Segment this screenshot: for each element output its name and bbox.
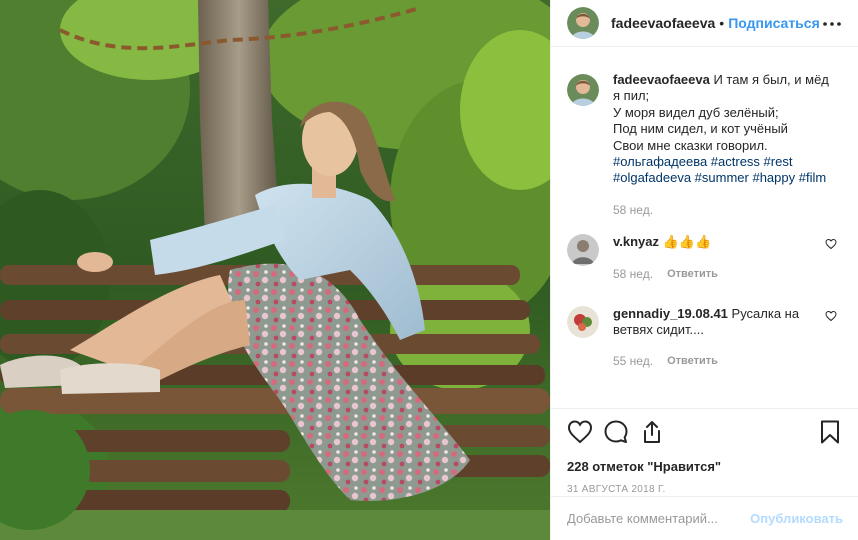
comment-body: gennadiy_19.08.41 Русалка на ветвях сиди… (613, 304, 833, 369)
comment-meta: 55 нед. Ответить (613, 353, 833, 369)
comment-time[interactable]: 55 нед. (613, 353, 653, 369)
caption: fadeevaofaeeva И там я был, и мёд я пил;… (567, 72, 843, 218)
bookmark-icon[interactable] (817, 419, 843, 445)
commenter-avatar[interactable] (567, 234, 599, 267)
caption-hashtags[interactable]: #ольгафадеева #actress #rest (613, 154, 833, 170)
more-horizontal-icon (823, 22, 841, 26)
caption-line: У моря видел дуб зелёный; (613, 104, 779, 120)
post-header: fadeevaofaeeva • Подписаться (551, 0, 858, 47)
caption-line: Под ним сидел, и кот учёный (613, 121, 788, 137)
caption-hashtags[interactable]: #olgafadeeva #summer #happy #film (613, 170, 833, 186)
comments-list: fadeevaofaeeva И там я был, и мёд я пил;… (551, 72, 858, 369)
caption-author[interactable]: fadeevaofaeeva (613, 72, 710, 87)
comment-input[interactable] (567, 511, 751, 526)
instagram-post: fadeevaofaeeva • Подписаться fadeevaofae… (0, 0, 858, 540)
heart-icon[interactable] (567, 419, 593, 445)
commenter-avatar[interactable] (567, 306, 599, 339)
likes-count[interactable]: 228 отметок "Нравится" (567, 459, 843, 474)
caption-time[interactable]: 58 нед. (613, 202, 653, 218)
comment-item: gennadiy_19.08.41 Русалка на ветвях сиди… (567, 304, 843, 369)
post-date[interactable]: 31 АВГУСТА 2018 Г. (567, 484, 843, 495)
author-username[interactable]: fadeevaofaeeva (611, 15, 715, 31)
comment-time[interactable]: 58 нед. (613, 266, 653, 282)
caption-author-avatar[interactable] (567, 74, 599, 106)
publish-button[interactable]: Опубликовать (750, 511, 843, 526)
share-icon[interactable] (639, 419, 665, 445)
comment-author[interactable]: gennadiy_19.08.41 (613, 306, 728, 321)
post-photo[interactable] (0, 0, 550, 540)
more-options-button[interactable] (822, 14, 842, 34)
header-separator: • (719, 15, 725, 31)
comment-text: 👍👍👍 (662, 234, 712, 250)
comment-author[interactable]: v.knyaz (613, 234, 659, 249)
caption-line: я пил; (613, 88, 650, 104)
caption-line: Свои мне сказки говорил. (613, 137, 768, 153)
reply-button[interactable]: Ответить (667, 353, 718, 369)
comment-like-heart-icon[interactable] (825, 238, 837, 250)
add-comment-bar: Опубликовать (551, 496, 858, 540)
reply-button[interactable]: Ответить (667, 266, 718, 282)
post-photo-image (0, 0, 550, 540)
author-avatar[interactable] (567, 7, 599, 39)
action-icons (567, 419, 843, 445)
post-sidebar: fadeevaofaeeva • Подписаться fadeevaofae… (550, 0, 858, 540)
caption-line: И там я был, и мёд (713, 72, 829, 87)
post-actions: 228 отметок "Нравится" 31 АВГУСТА 2018 Г… (551, 408, 858, 495)
comment-like-heart-icon[interactable] (825, 310, 837, 322)
follow-button[interactable]: Подписаться (728, 15, 820, 31)
caption-body: fadeevaofaeeva И там я был, и мёд я пил;… (613, 72, 833, 218)
comment-text: ветвях сидит.... (613, 322, 704, 338)
comment-text: Русалка на (731, 306, 800, 322)
comment-meta: 58 нед. Ответить (613, 266, 833, 282)
comment-body: v.knyaz 👍👍👍 58 нед. Ответить (613, 232, 833, 282)
comment-icon[interactable] (603, 419, 629, 445)
caption-meta: 58 нед. (613, 202, 833, 218)
comment-item: v.knyaz 👍👍👍 58 нед. Ответить (567, 232, 843, 282)
